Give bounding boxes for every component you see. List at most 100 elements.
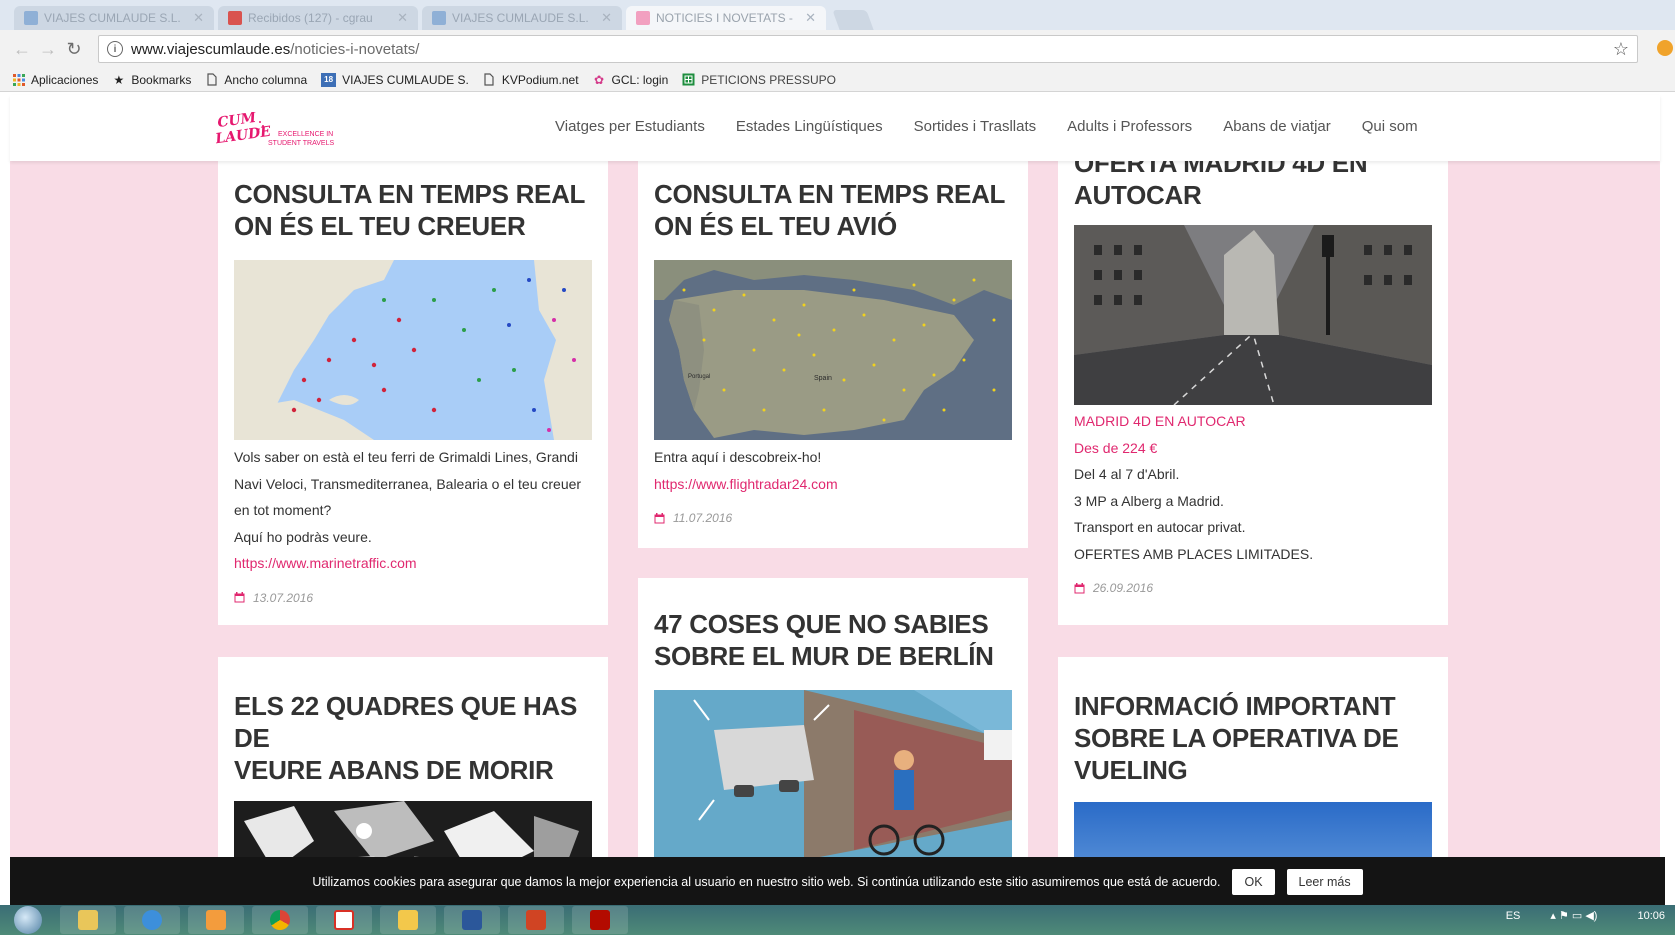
bookmark-item[interactable]: Aplicaciones [12,73,98,87]
card-title[interactable]: ELS 22 QUADRES QUE HAS DE VEURE ABANS DE… [234,690,592,786]
guernica-image[interactable] [234,801,592,860]
card-text-line: Entra aquí i descobreix-ho! [654,449,822,465]
cookie-more-button[interactable]: Leer más [1286,869,1363,895]
news-card-quadres: ELS 22 QUADRES QUE HAS DE VEURE ABANS DE… [218,657,608,860]
taskbar-ie[interactable] [124,906,180,934]
site-favicon-icon [432,11,446,25]
card-title[interactable]: OFERTA MADRID 4D EN AUTOCAR [1074,160,1432,211]
cookie-ok-button[interactable]: OK [1232,869,1275,895]
flight-radar-map-image[interactable]: Spain Portugal [654,260,1012,440]
taskbar-chrome[interactable] [252,906,308,934]
close-icon[interactable]: ✕ [193,10,204,26]
browser-tab[interactable]: VIAJES CUMLAUDE S.L. ✕ [14,6,214,30]
taskbar-word[interactable] [444,906,500,934]
bookmark-label: GCL: login [611,72,669,87]
tab-label: NOTICIES I NOVETATS - [656,11,793,25]
main-navigation: Viatges per Estudiants Estades Lingüísti… [555,118,1449,135]
card-title-line: CONSULTA EN TEMPS REAL [234,179,586,209]
nav-item-qui-som[interactable]: Qui som [1362,118,1418,135]
windows-taskbar: ES ▴ ⚑ ▭ ◀) 10:06 [0,905,1675,935]
browser-tab[interactable]: Recibidos (127) - cgrau ✕ [218,6,418,30]
bookmark-item[interactable]: Ancho columna [205,73,307,87]
card-link[interactable]: https://www.marinetraffic.com [234,555,417,571]
map-label-spain: Spain [814,375,832,382]
card-date-text: 11.07.2016 [673,511,733,525]
browser-tab[interactable]: VIAJES CUMLAUDE S.L. ✕ [422,6,622,30]
nav-item-sortides-trasllats[interactable]: Sortides i Trasllats [914,118,1037,135]
card-title[interactable]: INFORMACIÓ IMPORTANT SOBRE LA OPERATIVA … [1074,690,1432,786]
bookmark-label: Ancho columna [224,72,308,87]
extension-icon[interactable] [1657,40,1673,56]
taskbar-powerpoint[interactable] [508,906,564,934]
taskbar-media[interactable] [188,906,244,934]
info-icon[interactable]: i [107,41,123,57]
news-card-avio: CONSULTA EN TEMPS REAL ON ÉS EL TEU AVIÓ… [638,160,1028,548]
card-title-line: SOBRE LA OPERATIVA DE [1074,723,1399,753]
bookmark-label: PETICIONS PRESSUPO [701,72,836,87]
vueling-sky-image[interactable] [1074,802,1432,860]
madrid-street-image[interactable] [1074,225,1432,405]
card-subtitle: MADRID 4D EN AUTOCAR [1074,413,1246,429]
news-card-madrid: OFERTA MADRID 4D EN AUTOCAR MADRID 4D EN… [1058,160,1448,625]
svg-text:STUDENT TRAVELS: STUDENT TRAVELS [268,140,334,147]
taskbar-explorer[interactable] [60,906,116,934]
media-player-icon [206,910,226,930]
internet-explorer-icon [142,910,162,930]
card-text-line: Transport en autocar privat. [1074,519,1246,535]
calendar-18-icon: 18 [321,72,337,87]
marine-traffic-map-image[interactable] [234,260,592,440]
clock[interactable]: 10:06 [1637,910,1665,922]
back-arrow-icon[interactable]: ← [10,37,34,61]
reload-icon[interactable]: ↻ [62,37,86,61]
card-link[interactable]: https://www.flightradar24.com [654,476,838,492]
page-icon [483,73,496,86]
card-title-line: SOBRE EL MUR DE BERLÍN [654,641,994,671]
close-icon[interactable]: ✕ [805,10,816,26]
taskbar-folder[interactable] [380,906,436,934]
card-date-text: 13.07.2016 [253,590,314,605]
apps-grid-icon [12,73,25,86]
gmail-icon [334,910,354,930]
site-header: CUM LAUDE EXCELLENCE IN STUDENT TRAVELS … [10,95,1660,161]
site-favicon-icon [636,11,650,25]
site-logo[interactable]: CUM LAUDE EXCELLENCE IN STUDENT TRAVELS [216,112,346,147]
forward-arrow-icon[interactable]: → [36,37,60,61]
card-excerpt: MADRID 4D EN AUTOCAR Des de 224 € Del 4 … [1074,408,1432,567]
berlin-wall-image[interactable] [654,690,1012,860]
language-indicator[interactable]: ES [1506,910,1521,922]
nav-item-viatges-estudiants[interactable]: Viatges per Estudiants [555,118,705,135]
bookmark-item[interactable]: 18 VIAJES CUMLAUDE S. [321,72,469,87]
bookmark-item[interactable]: ★ Bookmarks [112,73,191,87]
bookmark-item[interactable]: ✿ GCL: login [593,72,669,87]
close-icon[interactable]: ✕ [397,10,408,26]
card-title-line: ON ÉS EL TEU AVIÓ [654,211,897,241]
address-bar[interactable]: i www.viajescumlaude.es/noticies-i-novet… [98,35,1638,63]
folder-icon [398,910,418,930]
taskbar-acrobat[interactable] [572,906,628,934]
bookmark-item[interactable]: PETICIONS PRESSUPO [682,73,836,87]
close-icon[interactable]: ✕ [601,10,612,26]
tab-label: Recibidos (127) - cgrau [248,11,373,25]
browser-tab-active[interactable]: NOTICIES I NOVETATS - ✕ [626,6,826,30]
taskbar-gmail[interactable] [316,906,372,934]
bookmark-item[interactable]: KVPodium.net [483,73,579,87]
browser-toolbar: ← → ↻ i www.viajescumlaude.es/noticies-i… [0,30,1675,68]
nav-item-abans-de-viatjar[interactable]: Abans de viatjar [1223,118,1331,135]
card-title[interactable]: CONSULTA EN TEMPS REAL ON ÉS EL TEU AVIÓ [654,178,1012,242]
nav-item-estades-linguistiques[interactable]: Estades Lingüístiques [736,118,883,135]
nav-item-adults-professors[interactable]: Adults i Professors [1067,118,1192,135]
calendar-icon [654,512,665,523]
windows-start-icon[interactable] [14,906,42,934]
site-favicon-icon [24,11,38,25]
new-tab-button[interactable] [832,10,874,30]
card-title[interactable]: 47 COSES QUE NO SABIES SOBRE EL MUR DE B… [654,608,1012,672]
tray-icons[interactable]: ▴ ⚑ ▭ ◀) [1550,909,1597,922]
bookmark-label: Bookmarks [131,72,192,87]
card-title-line: INFORMACIÓ IMPORTANT [1074,691,1396,721]
news-card-creuer: CONSULTA EN TEMPS REAL ON ÉS EL TEU CREU… [218,160,608,625]
card-date: 13.07.2016 [234,591,592,605]
card-title[interactable]: CONSULTA EN TEMPS REAL ON ÉS EL TEU CREU… [234,178,592,242]
url-domain: www.viajescumlaude.es [131,40,291,58]
star-icon: ★ [113,72,125,87]
bookmark-star-icon[interactable]: ☆ [1613,39,1629,60]
